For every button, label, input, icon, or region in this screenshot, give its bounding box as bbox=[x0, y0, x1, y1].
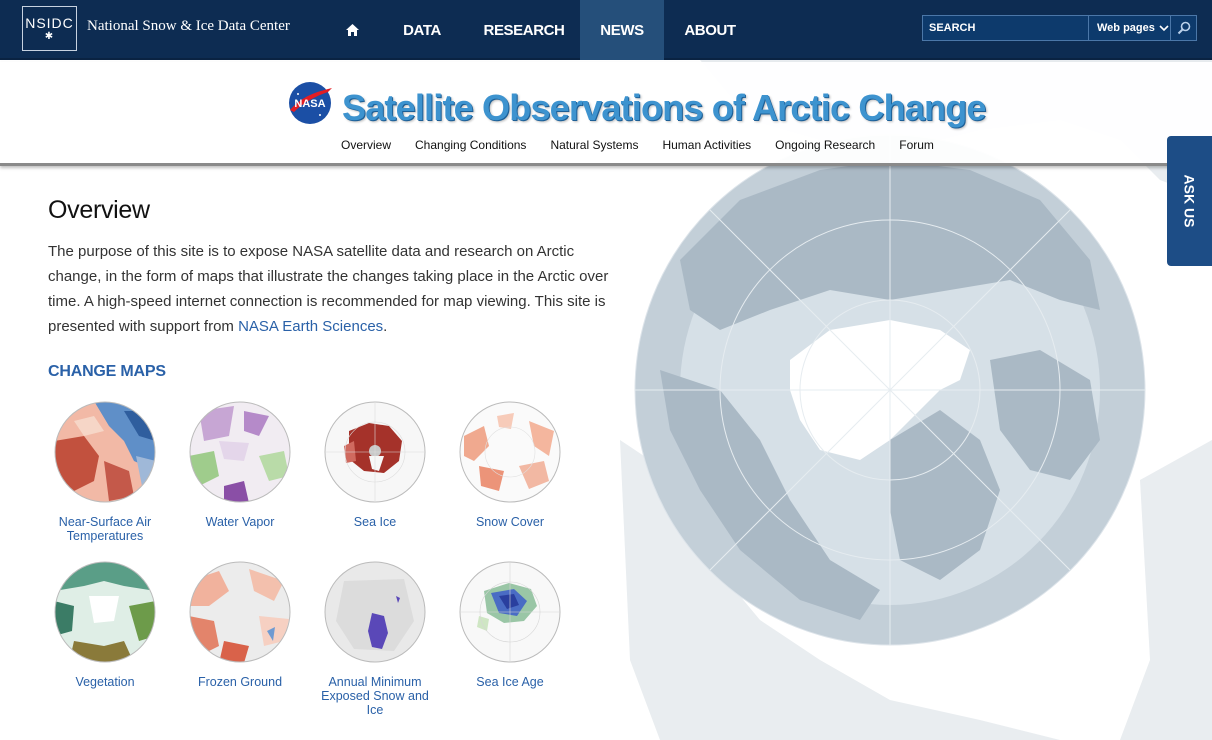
map-label-sea-ice[interactable]: Sea Ice bbox=[315, 515, 435, 529]
vegetation-map-thumbnail bbox=[54, 561, 156, 663]
snow-cover-map-thumbnail bbox=[459, 401, 561, 503]
subnav-changing-conditions[interactable]: Changing Conditions bbox=[415, 138, 526, 152]
snowflake-icon: ✱ bbox=[44, 31, 55, 42]
map-card-air-temperatures[interactable]: Near-Surface Air Temperatures bbox=[45, 401, 165, 543]
map-label-snow-cover[interactable]: Snow Cover bbox=[450, 515, 570, 529]
map-card-vegetation[interactable]: Vegetation bbox=[45, 561, 165, 689]
map-label-water-vapor[interactable]: Water Vapor bbox=[180, 515, 300, 529]
map-card-sea-ice-age[interactable]: Sea Ice Age bbox=[450, 561, 570, 689]
main-nav: DATA RESEARCH NEWS ABOUT bbox=[328, 0, 756, 60]
nav-about[interactable]: ABOUT bbox=[664, 0, 756, 60]
nasa-earth-sciences-link[interactable]: NASA Earth Sciences bbox=[238, 318, 383, 335]
home-icon bbox=[345, 24, 359, 36]
map-label-sea-ice-age[interactable]: Sea Ice Age bbox=[450, 675, 570, 689]
subnav-ongoing-research[interactable]: Ongoing Research bbox=[775, 138, 875, 152]
nav-home[interactable] bbox=[328, 0, 376, 60]
map-card-sea-ice[interactable]: Sea Ice bbox=[315, 401, 435, 529]
intro-paragraph: The purpose of this site is to expose NA… bbox=[48, 239, 623, 339]
map-card-snow-cover[interactable]: Snow Cover bbox=[450, 401, 570, 529]
nsidc-logo[interactable]: NSIDC ✱ bbox=[22, 6, 77, 51]
change-maps-heading: CHANGE MAPS bbox=[48, 363, 166, 380]
logo-text: NSIDC bbox=[25, 15, 74, 31]
nasa-logo[interactable]: NASA bbox=[284, 80, 336, 126]
subnav-forum[interactable]: Forum bbox=[899, 138, 934, 152]
intro-end: . bbox=[383, 318, 388, 335]
map-label-vegetation[interactable]: Vegetation bbox=[45, 675, 165, 689]
main-content: Overview The purpose of this site is to … bbox=[48, 196, 623, 717]
search-scope-label: Web pages bbox=[1097, 22, 1155, 34]
site-title[interactable]: Satellite Observations of Arctic Change bbox=[342, 87, 986, 129]
site-header: NASA Satellite Observations of Arctic Ch… bbox=[0, 62, 1212, 166]
search-icon bbox=[1177, 21, 1190, 35]
nav-research[interactable]: RESEARCH bbox=[468, 0, 580, 60]
ask-us-label: ASK US bbox=[1181, 174, 1198, 228]
search-input[interactable] bbox=[922, 15, 1089, 41]
subnav-overview[interactable]: Overview bbox=[341, 138, 391, 152]
search-form: Web pages bbox=[922, 15, 1197, 41]
exposed-snow-ice-map-thumbnail bbox=[324, 561, 426, 663]
svg-text:NASA: NASA bbox=[294, 98, 325, 110]
air-temperature-map-thumbnail bbox=[54, 401, 156, 503]
map-card-exposed-snow-ice[interactable]: Annual Minimum Exposed Snow and Ice bbox=[315, 561, 435, 717]
sea-ice-age-map-thumbnail bbox=[459, 561, 561, 663]
section-nav: Overview Changing Conditions Natural Sys… bbox=[341, 138, 958, 152]
subnav-natural-systems[interactable]: Natural Systems bbox=[550, 138, 638, 152]
search-scope-select[interactable]: Web pages bbox=[1089, 15, 1171, 41]
org-name-link[interactable]: National Snow & Ice Data Center bbox=[87, 18, 290, 35]
nav-data[interactable]: DATA bbox=[376, 0, 468, 60]
nav-news[interactable]: NEWS bbox=[580, 0, 664, 60]
map-label-exposed-snow-ice[interactable]: Annual Minimum Exposed Snow and Ice bbox=[315, 675, 435, 717]
water-vapor-map-thumbnail bbox=[189, 401, 291, 503]
map-card-frozen-ground[interactable]: Frozen Ground bbox=[180, 561, 300, 689]
chevron-down-icon bbox=[1159, 25, 1169, 32]
frozen-ground-map-thumbnail bbox=[189, 561, 291, 663]
sea-ice-map-thumbnail bbox=[324, 401, 426, 503]
top-navigation-bar: NSIDC ✱ National Snow & Ice Data Center … bbox=[0, 0, 1212, 60]
map-card-water-vapor[interactable]: Water Vapor bbox=[180, 401, 300, 529]
map-label-air-temperatures[interactable]: Near-Surface Air Temperatures bbox=[45, 515, 165, 543]
map-label-frozen-ground[interactable]: Frozen Ground bbox=[180, 675, 300, 689]
page-title: Overview bbox=[48, 196, 150, 224]
ask-us-tab[interactable]: ASK US bbox=[1167, 136, 1212, 266]
search-button[interactable] bbox=[1171, 15, 1197, 41]
subnav-human-activities[interactable]: Human Activities bbox=[662, 138, 751, 152]
